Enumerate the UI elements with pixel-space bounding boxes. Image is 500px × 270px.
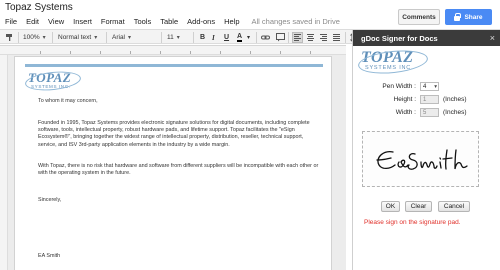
close-icon[interactable]: × [490, 33, 495, 43]
document-canvas: TOPAZ SYSTEMS INC. To whom it may concer… [0, 45, 346, 270]
document-page[interactable]: TOPAZ SYSTEMS INC. To whom it may concer… [14, 56, 332, 270]
italic-button[interactable]: I [212, 32, 215, 43]
topaz-logo: TOPAZ SYSTEMS INC. [24, 69, 82, 93]
status-message: Please sign on the signature pad. [364, 219, 461, 226]
clear-button[interactable]: Clear [405, 201, 432, 212]
sidebar-topaz-logo: TOPAZ SYSTEMS INC. [357, 47, 441, 77]
bold-button[interactable]: B [200, 32, 205, 43]
underline-button[interactable]: U [224, 32, 229, 43]
align-center-button[interactable] [307, 32, 314, 43]
signature-pad[interactable] [362, 131, 479, 187]
vertical-ruler [0, 55, 8, 270]
menu-insert[interactable]: Insert [73, 17, 92, 26]
pen-width-label: Pen Width : [382, 83, 416, 90]
cancel-button[interactable]: Cancel [438, 201, 470, 212]
menu-format[interactable]: Format [101, 17, 125, 26]
pen-width-value: 4 [423, 83, 427, 90]
menu-add-ons[interactable]: Add-ons [187, 17, 215, 26]
height-field[interactable]: 1 [420, 95, 439, 104]
header-accent-bar [25, 64, 323, 67]
align-right-button[interactable] [320, 32, 327, 43]
menu-help[interactable]: Help [224, 17, 239, 26]
font-size-select[interactable]: 11 [167, 32, 180, 43]
horizontal-ruler [0, 46, 346, 55]
width-unit: (Inches) [443, 109, 467, 116]
text-color-dropdown-icon[interactable]: ▾ [247, 32, 250, 43]
save-status: All changes saved in Drive [251, 16, 340, 26]
document-title[interactable]: Topaz Systems [5, 2, 73, 13]
width-label: Width : [395, 109, 416, 116]
sidebar-title: gDoc Signer for Docs [361, 33, 438, 43]
sidebar-header: gDoc Signer for Docs × [353, 30, 500, 46]
align-left-button[interactable] [292, 32, 303, 43]
width-field[interactable]: 5 [420, 108, 439, 117]
comments-button[interactable]: Comments [398, 9, 440, 25]
lock-icon [454, 12, 462, 21]
ok-button[interactable]: OK [381, 201, 400, 212]
pen-width-select[interactable]: 4 ▾ [420, 82, 439, 91]
zoom-select[interactable]: 100% [23, 32, 46, 43]
menu-edit[interactable]: Edit [26, 17, 39, 26]
font-select[interactable]: Arial [112, 32, 157, 43]
paragraph-1: Founded in 1995, Topaz Systems provides … [38, 120, 310, 148]
paint-format-icon[interactable] [5, 32, 14, 43]
signer-name: EA Smith [38, 253, 61, 259]
share-label: Share [464, 13, 483, 21]
share-button[interactable]: Share [445, 9, 492, 25]
justify-button[interactable] [333, 32, 340, 43]
menu-bar: File Edit View Insert Format Tools Table… [0, 14, 340, 28]
height-unit: (Inches) [443, 96, 467, 103]
text-color-button[interactable]: A [237, 32, 243, 42]
menu-tools[interactable]: Tools [134, 17, 152, 26]
chevron-down-icon: ▾ [434, 84, 437, 90]
menu-file[interactable]: File [5, 17, 17, 26]
closing-text: Sincerely, [38, 197, 62, 203]
signature-stroke [376, 149, 468, 170]
link-icon[interactable] [261, 32, 270, 43]
paragraph-2: With Topaz, there is no risk that hardwa… [38, 163, 319, 177]
height-label: Height : [393, 96, 416, 103]
menu-table[interactable]: Table [160, 17, 178, 26]
greeting-text: To whom it may concern, [38, 98, 98, 104]
comment-icon[interactable] [276, 32, 285, 43]
style-select[interactable]: Normal text [58, 32, 97, 43]
menu-view[interactable]: View [48, 17, 64, 26]
